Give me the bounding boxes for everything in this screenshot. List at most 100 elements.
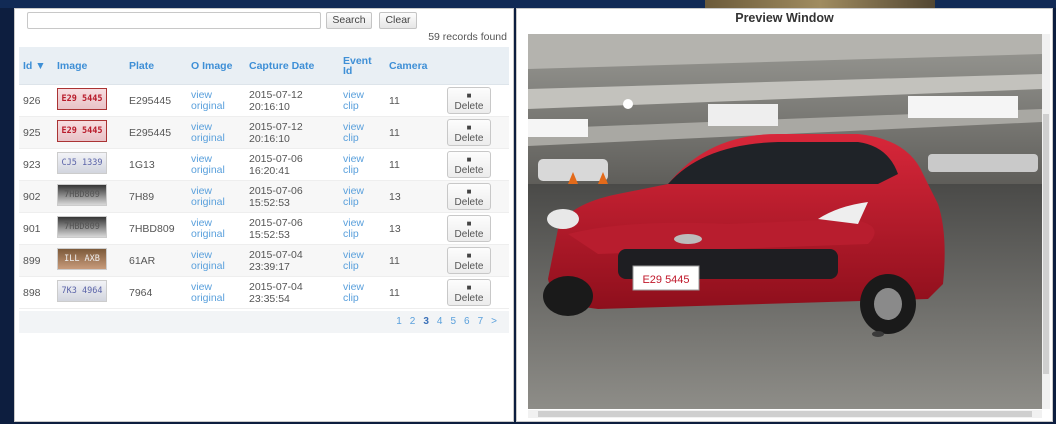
page-link[interactable]: 5 xyxy=(450,316,456,327)
table-row: 898 7K3 4964 7964 view original 2015-07-0… xyxy=(19,276,509,309)
delete-button[interactable]: ■ Delete xyxy=(447,87,491,114)
cell-id: 926 xyxy=(19,84,53,117)
table-row: 902 7HBD809 7H89 view original 2015-07-06… xyxy=(19,180,509,213)
plate-thumbnail[interactable]: E29 5445 xyxy=(57,120,107,142)
cell-id: 898 xyxy=(19,276,53,309)
col-camera-header[interactable]: Camera xyxy=(385,47,443,85)
cell-oimage[interactable]: view original xyxy=(187,148,245,181)
cell-id: 901 xyxy=(19,212,53,245)
view-original-link[interactable]: view original xyxy=(191,153,241,176)
cell-image[interactable]: 7K3 4964 xyxy=(53,276,125,309)
cell-oimage[interactable]: view original xyxy=(187,84,245,117)
plate-thumbnail[interactable]: CJ5 1339 xyxy=(57,152,107,174)
cell-capture-date: 2015-07-12 20:16:10 xyxy=(245,84,339,117)
cell-actions: ■ Delete xyxy=(443,148,509,181)
page-link[interactable]: 1 xyxy=(396,316,402,327)
plate-thumbnail[interactable]: 7HBD809 xyxy=(57,184,107,206)
cell-camera: 11 xyxy=(385,276,443,309)
delete-button[interactable]: ■ Delete xyxy=(447,183,491,210)
view-original-link[interactable]: view original xyxy=(191,121,241,144)
cell-oimage[interactable]: view original xyxy=(187,116,245,149)
cell-camera: 13 xyxy=(385,180,443,213)
delete-button[interactable]: ■ Delete xyxy=(447,247,491,274)
delete-button[interactable]: ■ Delete xyxy=(447,279,491,306)
view-clip-link[interactable]: view clip xyxy=(343,121,381,144)
page-link[interactable]: 4 xyxy=(437,316,443,327)
cell-camera: 13 xyxy=(385,212,443,245)
cell-capture-date: 2015-07-04 23:39:17 xyxy=(245,244,339,277)
plate-thumbnail[interactable]: ILL AXB xyxy=(57,248,107,270)
page-link[interactable]: 2 xyxy=(410,316,416,327)
view-clip-link[interactable]: view clip xyxy=(343,281,381,304)
cell-oimage[interactable]: view original xyxy=(187,180,245,213)
trash-icon: ■ xyxy=(466,187,472,196)
cell-image[interactable]: E29 5445 xyxy=(53,84,125,117)
cell-camera: 11 xyxy=(385,244,443,277)
cell-actions: ■ Delete xyxy=(443,212,509,245)
cell-event[interactable]: view clip xyxy=(339,116,385,149)
view-clip-link[interactable]: view clip xyxy=(343,153,381,176)
cell-capture-date: 2015-07-06 16:20:41 xyxy=(245,148,339,181)
plate-thumbnail[interactable]: 7K3 4964 xyxy=(57,280,107,302)
cell-event[interactable]: view clip xyxy=(339,180,385,213)
clear-button[interactable]: Clear xyxy=(379,12,417,29)
cell-event[interactable]: view clip xyxy=(339,212,385,245)
cell-plate: 61AR xyxy=(125,244,187,277)
preview-plate-text: E29 5445 xyxy=(642,274,689,286)
cell-event[interactable]: view clip xyxy=(339,148,385,181)
cell-image[interactable]: 7HBD809 xyxy=(53,180,125,213)
cell-capture-date: 2015-07-04 23:35:54 xyxy=(245,276,339,309)
vertical-scrollbar[interactable] xyxy=(1042,34,1050,409)
view-original-link[interactable]: view original xyxy=(191,89,241,112)
cell-plate: 7HBD809 xyxy=(125,212,187,245)
col-id-header[interactable]: Id ▼ xyxy=(19,47,53,85)
cell-event[interactable]: view clip xyxy=(339,276,385,309)
cell-oimage[interactable]: view original xyxy=(187,244,245,277)
cell-plate: E295445 xyxy=(125,116,187,149)
cell-image[interactable]: CJ5 1339 xyxy=(53,148,125,181)
table-row: 899 ILL AXB 61AR view original 2015-07-04… xyxy=(19,244,509,277)
page-link[interactable]: 6 xyxy=(464,316,470,327)
search-input[interactable] xyxy=(27,12,321,29)
cell-plate: 7964 xyxy=(125,276,187,309)
delete-button[interactable]: ■ Delete xyxy=(447,215,491,242)
search-bar: Search Clear xyxy=(27,11,507,33)
plate-thumbnail[interactable]: 7HBD809 xyxy=(57,216,107,238)
trash-icon: ■ xyxy=(466,123,472,132)
cell-plate: 7H89 xyxy=(125,180,187,213)
preview-title: Preview Window xyxy=(735,11,834,25)
cell-id: 923 xyxy=(19,148,53,181)
view-original-link[interactable]: view original xyxy=(191,185,241,208)
delete-button[interactable]: ■ Delete xyxy=(447,151,491,178)
cell-oimage[interactable]: view original xyxy=(187,276,245,309)
view-clip-link[interactable]: view clip xyxy=(343,89,381,112)
page-link[interactable]: 3 xyxy=(423,316,429,327)
view-original-link[interactable]: view original xyxy=(191,281,241,304)
next-page-link[interactable]: > xyxy=(491,316,497,327)
cell-event[interactable]: view clip xyxy=(339,244,385,277)
delete-button[interactable]: ■ Delete xyxy=(447,119,491,146)
cell-event[interactable]: view clip xyxy=(339,84,385,117)
col-event-id-header[interactable]: Event Id xyxy=(339,47,385,85)
pagination: 1 2 3 4 5 6 7 > xyxy=(19,311,509,333)
cell-image[interactable]: E29 5445 xyxy=(53,116,125,149)
cell-image[interactable]: ILL AXB xyxy=(53,244,125,277)
cell-oimage[interactable]: view original xyxy=(187,212,245,245)
table-row: 923 CJ5 1339 1G13 view original 2015-07-0… xyxy=(19,148,509,181)
cell-camera: 11 xyxy=(385,84,443,117)
view-clip-link[interactable]: view clip xyxy=(343,185,381,208)
view-original-link[interactable]: view original xyxy=(191,249,241,272)
parking-garage-car-photo: E29 5445 xyxy=(528,34,1042,409)
col-capture-date-header[interactable]: Capture Date xyxy=(245,47,339,85)
cell-image[interactable]: 7HBD809 xyxy=(53,212,125,245)
view-original-link[interactable]: view original xyxy=(191,217,241,240)
cell-id: 899 xyxy=(19,244,53,277)
view-clip-link[interactable]: view clip xyxy=(343,249,381,272)
plate-thumbnail[interactable]: E29 5445 xyxy=(57,88,107,110)
view-clip-link[interactable]: view clip xyxy=(343,217,381,240)
horizontal-scrollbar[interactable] xyxy=(528,410,1042,418)
col-plate-header[interactable]: Plate xyxy=(125,47,187,85)
search-button[interactable]: Search xyxy=(326,12,372,29)
cell-capture-date: 2015-07-06 15:52:53 xyxy=(245,180,339,213)
page-link[interactable]: 7 xyxy=(478,316,484,327)
